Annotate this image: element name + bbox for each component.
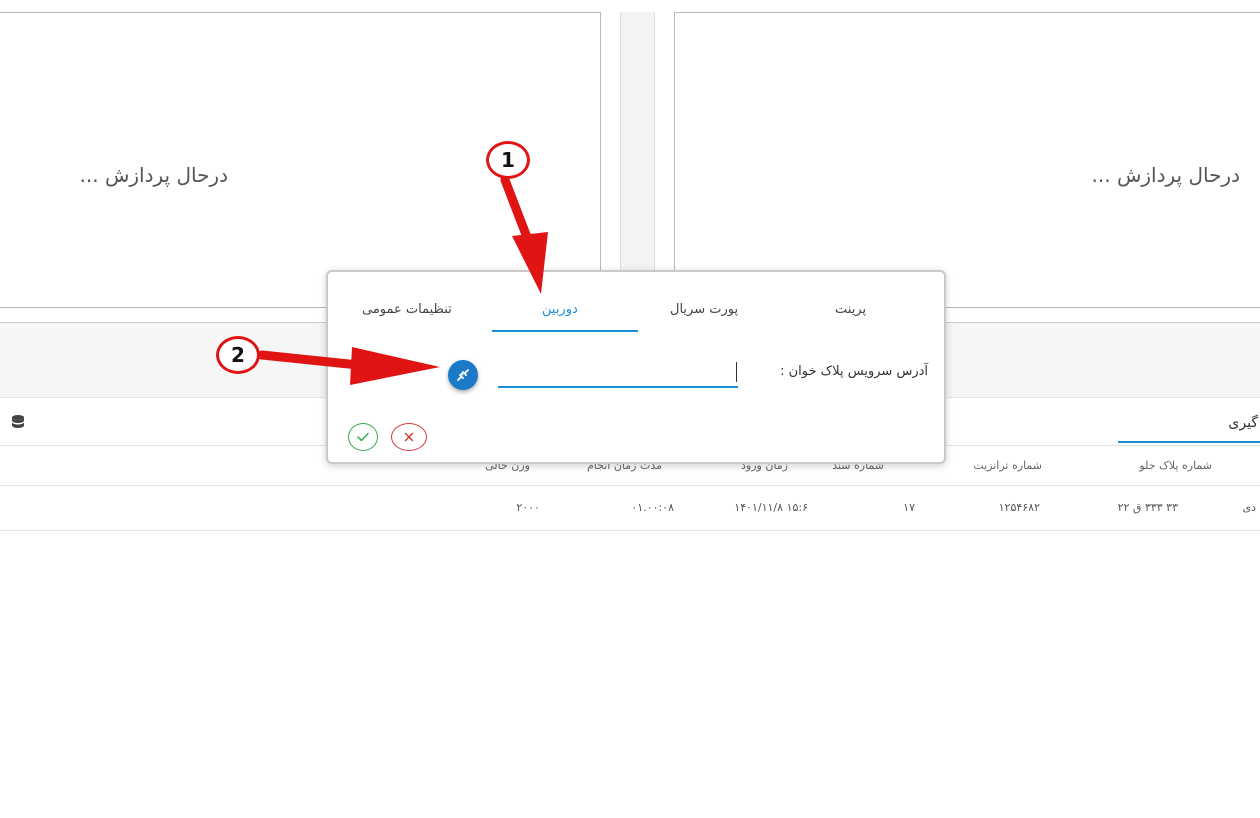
column-header-transit-number[interactable]: شماره ترانزیت <box>973 459 1042 472</box>
table-cell-entry-time: ۱۵:۶ ۱۴۰۱/۱۱/۸ <box>734 501 808 514</box>
check-icon <box>357 432 369 442</box>
database-icon[interactable] <box>10 414 26 430</box>
test-connection-button[interactable] <box>448 360 478 390</box>
tab-records[interactable]: گیری <box>1228 415 1258 431</box>
plug-icon <box>457 369 469 381</box>
tab-records-underline <box>1118 441 1260 443</box>
camera-right-status: درحال پردازش ... <box>1091 163 1240 187</box>
panel-divider <box>620 12 655 308</box>
tab-camera-indicator <box>492 330 638 332</box>
input-caret <box>736 362 737 382</box>
tab-camera[interactable]: دوربین <box>542 302 578 317</box>
camera-panel-right: درحال پردازش ... <box>674 12 1260 308</box>
column-header-plate-front[interactable]: شماره پلاک جلو <box>1139 459 1212 472</box>
camera-left-status: درحال پردازش ... <box>79 163 228 187</box>
table-cell-transit-number: ۱۲۵۴۶۸۲ <box>998 501 1040 514</box>
plate-reader-address-input[interactable] <box>498 358 738 388</box>
annotation-marker-1: 1 <box>486 141 530 179</box>
table-cell-document-number: ۱۷ <box>903 501 915 514</box>
row-divider <box>0 530 1260 531</box>
table-cell-plate-front: ۳۳ ۳۳۳ ق ۲۲ <box>1117 501 1178 514</box>
table-cell-empty-weight: ۲۰۰۰ <box>516 501 540 514</box>
header-divider <box>0 485 1260 486</box>
tab-general-settings[interactable]: تنظیمات عمومی <box>362 302 452 317</box>
plate-reader-address-label: آدرس سرویس پلاک خوان : <box>780 364 928 379</box>
ok-button[interactable] <box>348 423 378 451</box>
table-cell-partial: دی <box>1242 501 1256 514</box>
cancel-button[interactable] <box>391 423 427 451</box>
table-cell-duration: ۰۱.۰۰:۰۸ <box>631 501 674 514</box>
close-icon <box>404 432 414 442</box>
annotation-marker-2: 2 <box>216 336 260 374</box>
settings-dialog: تنظیمات عمومی دوربین پورت سریال پرینت آد… <box>326 270 946 464</box>
tab-serial-port[interactable]: پورت سریال <box>670 302 738 317</box>
tab-print[interactable]: پرینت <box>835 302 866 317</box>
